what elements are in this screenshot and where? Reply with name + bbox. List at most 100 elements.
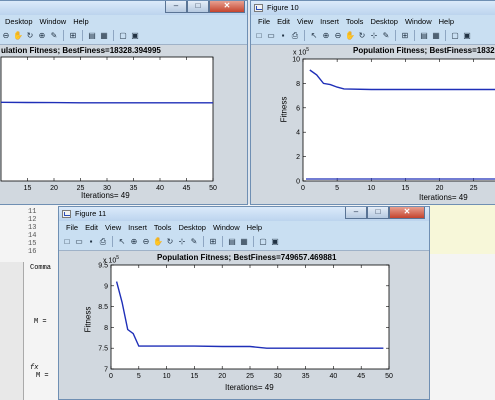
y-tick-label: 9 (104, 283, 108, 290)
brush-icon[interactable]: ✎ (49, 31, 59, 41)
hide-plot-tools-icon[interactable]: ▢ (450, 31, 460, 41)
menu-edit[interactable]: Edit (85, 223, 98, 232)
y-tick-label: 8.5 (98, 304, 108, 311)
menu-help[interactable]: Help (439, 17, 454, 26)
y-tick-label: 8 (104, 325, 108, 332)
menu-tools[interactable]: Tools (154, 223, 172, 232)
toolbar-separator (445, 30, 446, 41)
hide-plot-tools-icon[interactable]: ▢ (258, 237, 268, 247)
y-tick-label: 7.5 (98, 346, 108, 353)
zoom-in-icon[interactable]: ⊕ (129, 237, 139, 247)
y-axis-label: Fitness (279, 96, 289, 123)
line-number: 13 (28, 224, 37, 232)
menu-insert[interactable]: Insert (128, 223, 147, 232)
zoom-out-icon[interactable]: ⊖ (333, 31, 343, 41)
legend-icon[interactable]: ▦ (239, 237, 249, 247)
editor-highlight (430, 204, 495, 254)
axes-box (110, 264, 390, 370)
hide-plot-tools-icon[interactable]: ▢ (118, 31, 128, 41)
zoom-out-icon[interactable]: ⊖ (141, 237, 151, 247)
minimize-button[interactable]: – (165, 1, 187, 13)
editor-line-numbers: 11 12 13 14 15 16 (28, 208, 54, 256)
edit-plot-icon[interactable]: ↖ (117, 237, 127, 247)
rotate-icon[interactable]: ↻ (165, 237, 175, 247)
pan-icon[interactable]: ✋ (13, 31, 23, 41)
menu-file[interactable]: File (258, 17, 270, 26)
toolbar-separator (113, 30, 114, 41)
menu-help[interactable]: Help (73, 17, 88, 26)
print-icon[interactable]: ⎙ (290, 31, 300, 41)
y-axis-multiplier: x 105 (293, 47, 310, 57)
open-file-icon[interactable]: ▭ (266, 31, 276, 41)
figure-window-10[interactable]: Figure 10 File Edit View Insert Tools De… (250, 0, 495, 205)
close-button[interactable]: ✕ (209, 1, 245, 13)
menu-desktop[interactable]: Desktop (178, 223, 206, 232)
brush-icon[interactable]: ✎ (189, 237, 199, 247)
legend-icon[interactable]: ▦ (431, 31, 441, 41)
x-tick-label: 30 (274, 373, 282, 380)
pan-icon[interactable]: ✋ (153, 237, 163, 247)
zoom-in-icon[interactable]: ⊕ (321, 31, 331, 41)
menu-desktop[interactable]: Desktop (370, 17, 398, 26)
series-line (0, 101, 213, 104)
maximize-button[interactable]: □ (367, 207, 389, 219)
menu-help[interactable]: Help (247, 223, 262, 232)
figure-toolbar: ⊖ ✋ ↻ ⊕ ✎ ⊞ ▤ ▦ ▢ ▣ (0, 28, 247, 43)
menu-bar: File Edit View Insert Tools Desktop Wind… (59, 221, 429, 234)
menu-window[interactable]: Window (40, 17, 67, 26)
edit-plot-icon[interactable]: ↖ (309, 31, 319, 41)
menu-bar: Desktop Window Help (0, 15, 247, 28)
menu-window[interactable]: Window (213, 223, 240, 232)
menu-desktop[interactable]: Desktop (5, 17, 33, 26)
show-plot-tools-icon[interactable]: ▣ (462, 31, 472, 41)
figure-canvas: Population Fitness; BestFiness=1832 x 10… (251, 44, 495, 204)
figure-window-11[interactable]: Figure 11 – □ ✕ File Edit View Insert To… (58, 206, 430, 400)
x-tick-label: 50 (209, 185, 217, 192)
data-cursor-icon[interactable]: ⊕ (37, 31, 47, 41)
legend-icon[interactable]: ▦ (99, 31, 109, 41)
menu-view[interactable]: View (105, 223, 121, 232)
menu-edit[interactable]: Edit (277, 17, 290, 26)
menu-insert[interactable]: Insert (320, 17, 339, 26)
data-cursor-icon[interactable]: ⊹ (177, 237, 187, 247)
save-icon[interactable]: ▪ (86, 237, 96, 247)
menu-tools[interactable]: Tools (346, 17, 364, 26)
save-icon[interactable]: ▪ (278, 31, 288, 41)
toolbar-separator (222, 236, 223, 247)
y-axis-label: Fitness (83, 306, 93, 333)
link-icon[interactable]: ⊞ (400, 31, 410, 41)
line-number: 16 (28, 248, 37, 256)
close-button[interactable]: ✕ (389, 207, 425, 219)
window-controls: – □ ✕ (345, 207, 425, 219)
axes-box (0, 56, 214, 182)
new-figure-icon[interactable]: □ (254, 31, 264, 41)
menu-file[interactable]: File (66, 223, 78, 232)
minimize-button[interactable]: – (345, 207, 367, 219)
zoom-out-icon[interactable]: ⊖ (1, 31, 11, 41)
colorbar-icon[interactable]: ▤ (227, 237, 237, 247)
link-icon[interactable]: ⊞ (208, 237, 218, 247)
toolbar-separator (82, 30, 83, 41)
y-tick-label: 2 (296, 154, 300, 161)
x-tick-label: 40 (330, 373, 338, 380)
show-plot-tools-icon[interactable]: ▣ (270, 237, 280, 247)
colorbar-icon[interactable]: ▤ (419, 31, 429, 41)
pan-icon[interactable]: ✋ (345, 31, 355, 41)
brush-icon[interactable]: ✎ (381, 31, 391, 41)
colorbar-icon[interactable]: ▤ (87, 31, 97, 41)
link-icon[interactable]: ⊞ (68, 31, 78, 41)
open-file-icon[interactable]: ▭ (74, 237, 84, 247)
new-figure-icon[interactable]: □ (62, 237, 72, 247)
menu-view[interactable]: View (297, 17, 313, 26)
fx-prompt[interactable]: fx (30, 364, 38, 372)
show-plot-tools-icon[interactable]: ▣ (130, 31, 140, 41)
x-axis-label: Iterations= 49 (81, 191, 130, 200)
plot-axes: 0 5 10 15 20 25 30 35 40 45 50 7 7.5 8 8.5 9 9.5 (98, 263, 393, 381)
maximize-button[interactable]: □ (187, 1, 209, 13)
rotate-icon[interactable]: ↻ (25, 31, 35, 41)
data-cursor-icon[interactable]: ⊹ (369, 31, 379, 41)
figure-window-left[interactable]: – □ ✕ Desktop Window Help ⊖ ✋ ↻ ⊕ ✎ ⊞ ▤ … (0, 0, 248, 205)
print-icon[interactable]: ⎙ (98, 237, 108, 247)
menu-window[interactable]: Window (405, 17, 432, 26)
rotate-icon[interactable]: ↻ (357, 31, 367, 41)
